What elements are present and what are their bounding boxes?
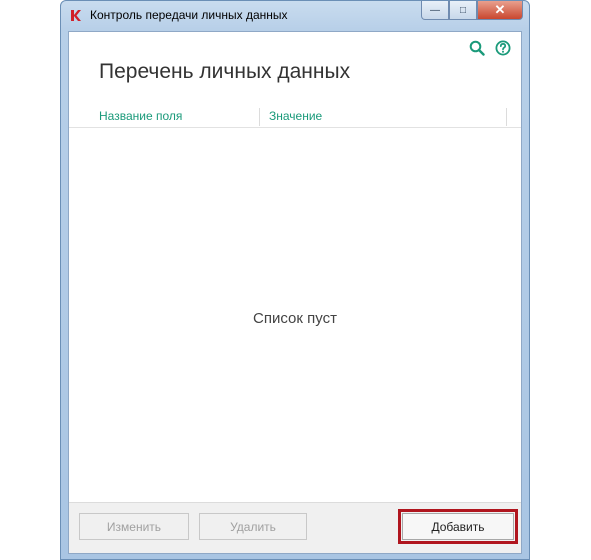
dialog-content: Перечень личных данных Название поля Зна… xyxy=(68,31,522,554)
caption-buttons: — □ ✕ xyxy=(421,1,523,21)
help-icon[interactable] xyxy=(495,40,511,56)
column-divider[interactable] xyxy=(506,108,507,126)
minimize-icon: — xyxy=(430,4,440,16)
minimize-button[interactable]: — xyxy=(421,1,449,20)
delete-button[interactable]: Удалить xyxy=(199,513,307,540)
column-divider[interactable] xyxy=(259,108,260,126)
maximize-icon: □ xyxy=(459,4,467,16)
page-title: Перечень личных данных xyxy=(99,60,351,83)
close-icon: ✕ xyxy=(494,2,506,17)
table-header: Название поля Значение xyxy=(69,105,521,128)
column-header-value[interactable]: Значение xyxy=(269,109,322,123)
maximize-button[interactable]: □ xyxy=(449,1,477,20)
close-button[interactable]: ✕ xyxy=(477,1,523,20)
toolbar-icons xyxy=(469,40,511,56)
search-icon[interactable] xyxy=(469,40,485,56)
kaspersky-logo-icon xyxy=(71,10,81,21)
add-button[interactable]: Добавить xyxy=(398,509,518,544)
empty-list-message: Список пуст xyxy=(253,310,337,327)
window-title: Контроль передачи личных данных xyxy=(90,8,288,22)
column-header-field-name[interactable]: Название поля xyxy=(99,109,182,123)
title-bar[interactable]: Контроль передачи личных данных — □ ✕ xyxy=(61,1,529,31)
dialog-window: Контроль передачи личных данных — □ ✕ Пе… xyxy=(60,0,530,560)
button-bar: Изменить Удалить Добавить xyxy=(69,502,521,553)
edit-button[interactable]: Изменить xyxy=(79,513,189,540)
